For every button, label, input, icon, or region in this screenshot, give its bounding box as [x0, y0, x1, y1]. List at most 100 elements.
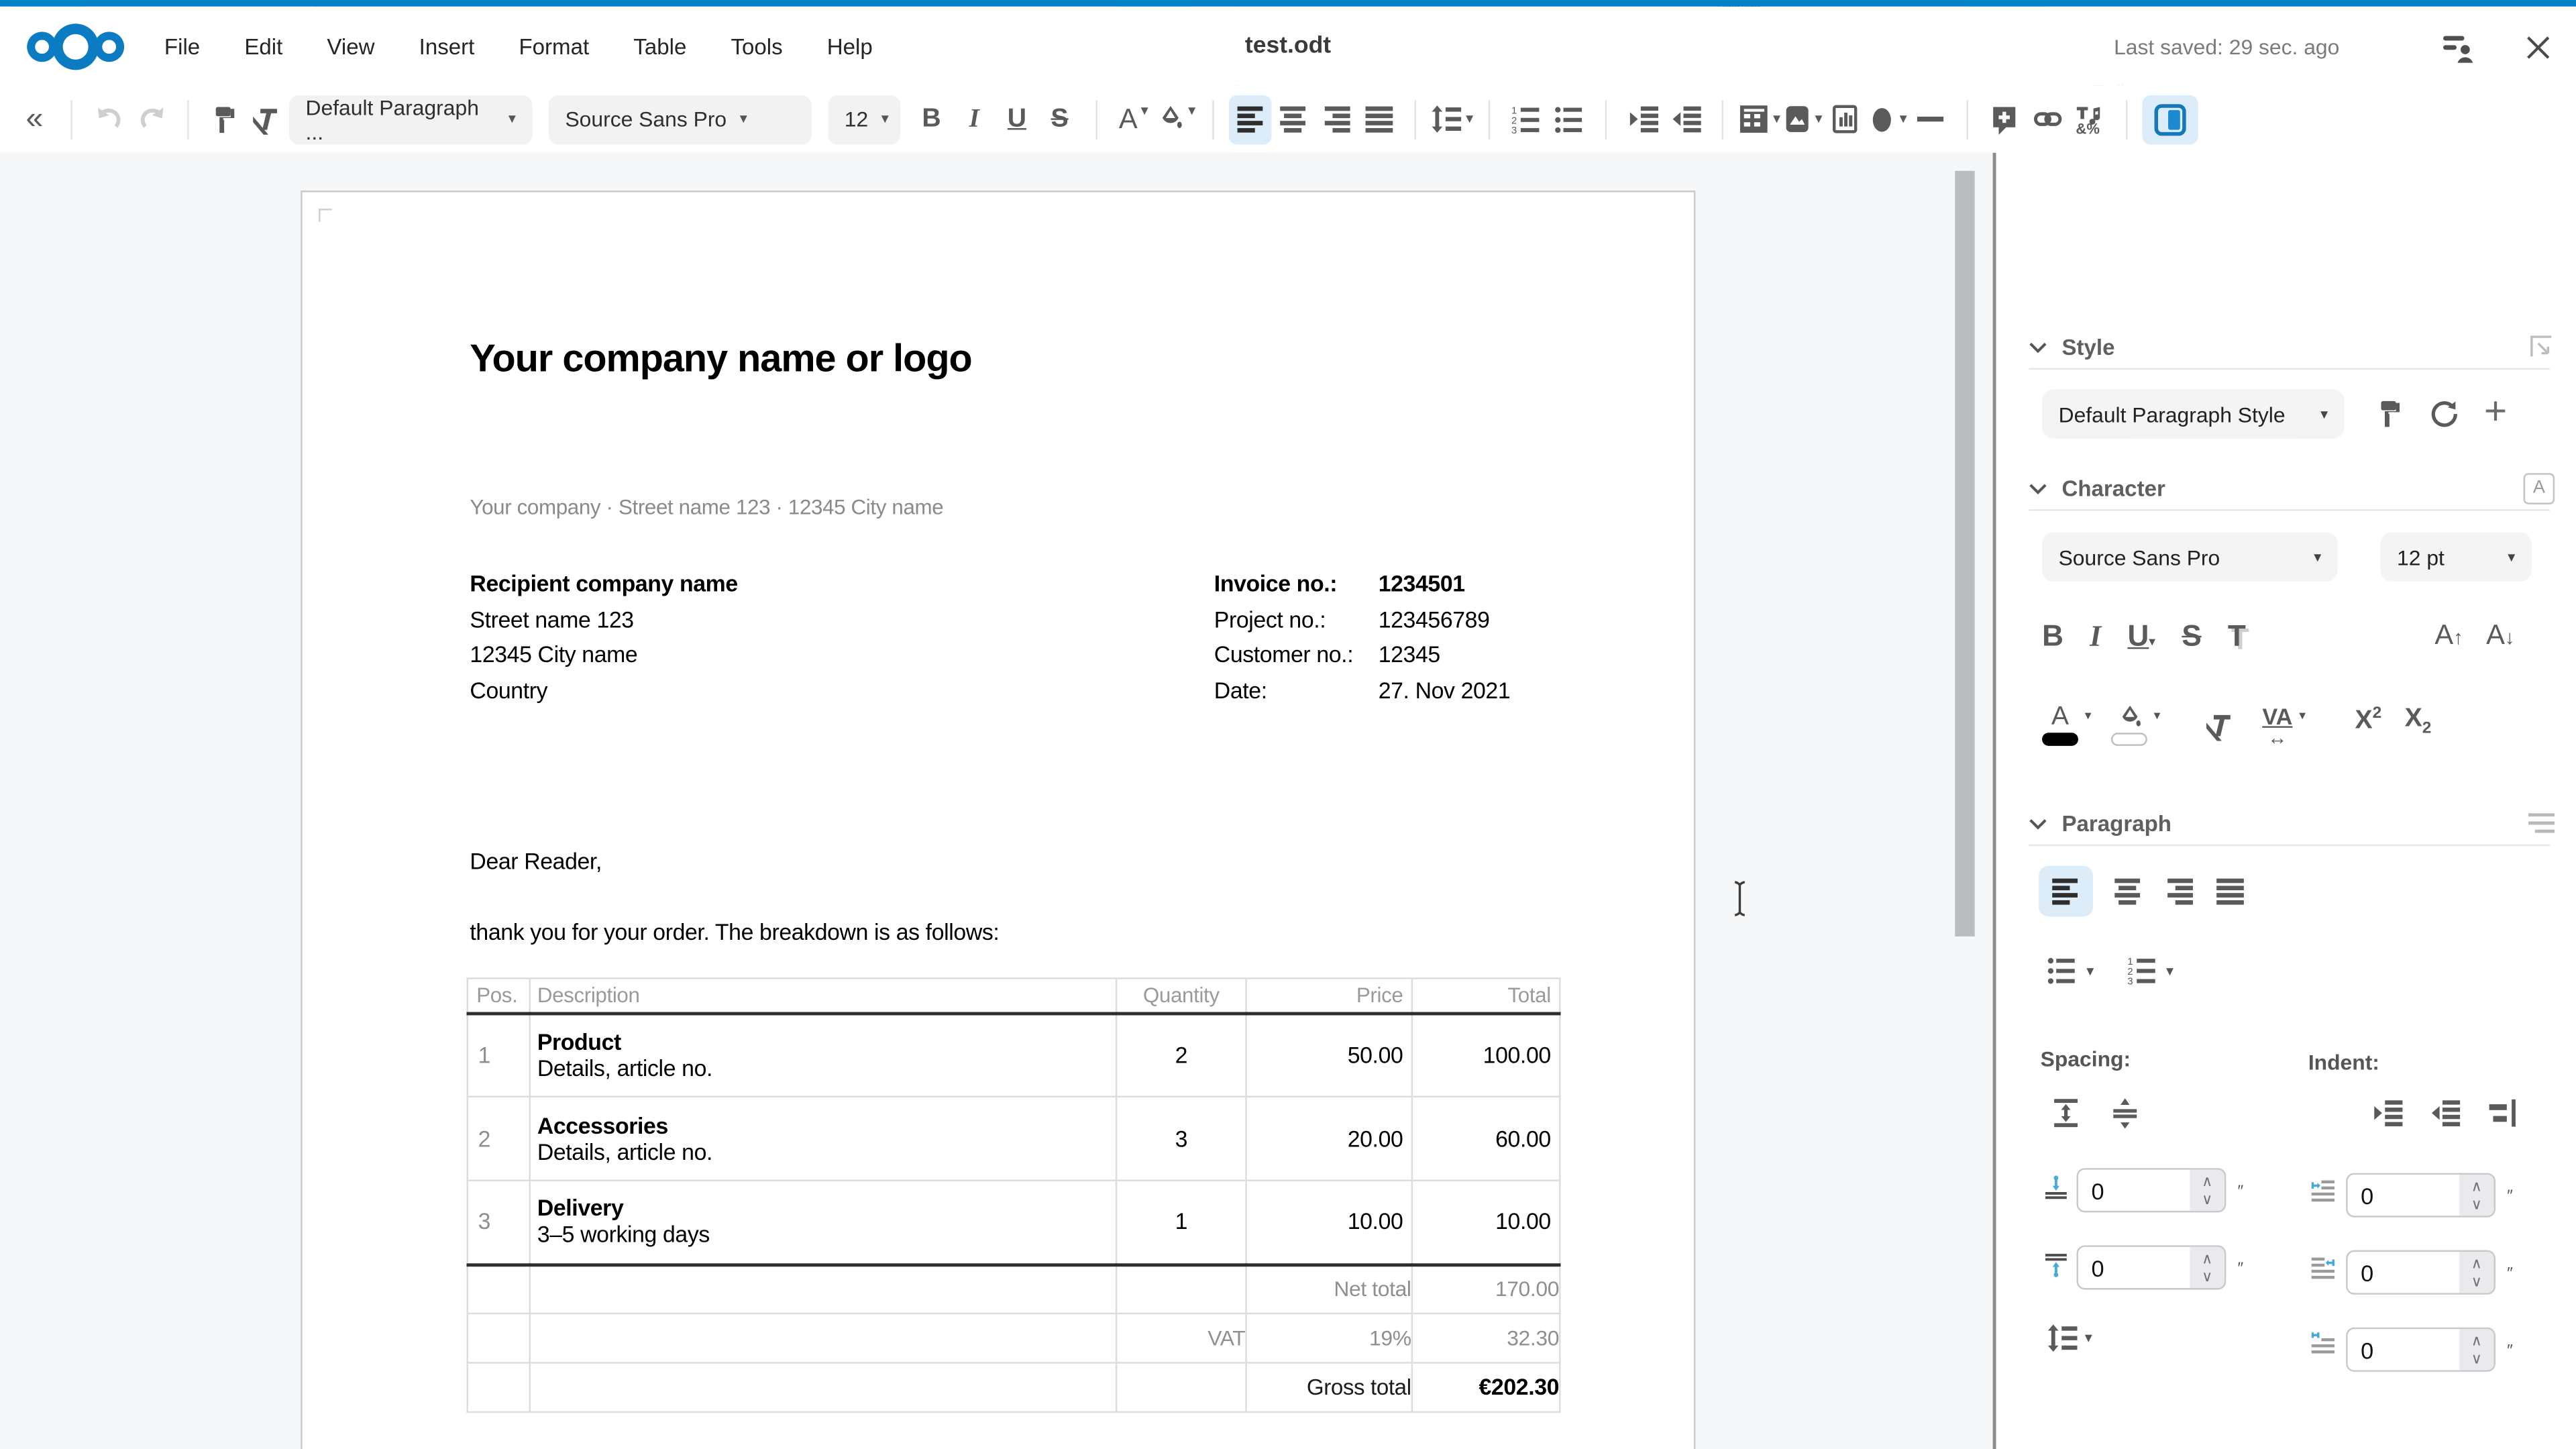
line-spacing-button[interactable]: ▾: [1431, 95, 1474, 144]
sidebar-highlight-color-button[interactable]: [2111, 705, 2147, 746]
sidebar-toggle-button[interactable]: [2142, 95, 2198, 144]
vertical-scrollbar[interactable]: [1951, 153, 1976, 1449]
new-style-icon[interactable]: +: [2484, 389, 2507, 435]
insert-shape-button[interactable]: ▾: [1866, 95, 1909, 144]
first-line-indent-input[interactable]: 0 ∧∨: [2346, 1328, 2496, 1372]
net-total-label: Net total: [1246, 1264, 1412, 1313]
menu-table[interactable]: Table: [633, 34, 686, 58]
update-style-icon[interactable]: [2375, 399, 2405, 429]
increase-spacing-icon[interactable]: [2050, 1097, 2082, 1129]
sidebar-align-justify-button[interactable]: [2214, 866, 2246, 917]
menu-file[interactable]: File: [164, 34, 200, 58]
insert-comment-button[interactable]: [1983, 95, 2026, 144]
special-character-button[interactable]: [2068, 95, 2111, 144]
insert-chart-button[interactable]: [1823, 95, 1866, 144]
superscript-button[interactable]: X2: [2355, 705, 2382, 737]
detach-panel-icon[interactable]: [2528, 333, 2555, 360]
stepper[interactable]: ∧∨: [2190, 1170, 2224, 1211]
highlight-color-button[interactable]: ▾: [1155, 95, 1198, 144]
subscript-button[interactable]: X2: [2405, 705, 2432, 738]
horizontal-line-button[interactable]: [1909, 95, 1952, 144]
grow-font-button[interactable]: A↑: [2434, 619, 2463, 652]
strikethrough-button[interactable]: S: [1038, 95, 1081, 144]
sidebar-bold-button[interactable]: B: [2042, 619, 2063, 653]
sidebar-numbered-list-icon[interactable]: [2127, 956, 2156, 985]
decrease-spacing-icon[interactable]: [2109, 1097, 2141, 1129]
ordered-list-button[interactable]: [1505, 95, 1548, 144]
paragraph-menu-icon[interactable]: [2528, 813, 2555, 833]
menu-view[interactable]: View: [327, 34, 374, 58]
divider: [2029, 845, 2549, 846]
character-dialog-icon[interactable]: A: [2524, 472, 2555, 504]
style-section-header[interactable]: Style: [2029, 330, 2555, 363]
document-page[interactable]: Your company name or logo Your company ·…: [301, 191, 1695, 1449]
character-section-header[interactable]: Character A: [2029, 472, 2555, 504]
sidebar-font-color-button[interactable]: A: [2042, 705, 2078, 746]
menu-edit[interactable]: Edit: [244, 34, 282, 58]
sidebar-decrease-indent-icon[interactable]: [2430, 1097, 2461, 1129]
sidebar-align-left-button[interactable]: [2039, 866, 2093, 917]
sidebar-font-name-dropdown[interactable]: Source Sans Pro▾: [2042, 532, 2338, 581]
character-spacing-button[interactable]: VA ↔: [2262, 705, 2292, 746]
close-icon[interactable]: [2524, 33, 2553, 62]
italic-button[interactable]: I: [953, 95, 996, 144]
paragraph-section-header[interactable]: Paragraph: [2029, 806, 2555, 839]
shrink-font-button[interactable]: A↓: [2486, 619, 2514, 652]
menu-insert[interactable]: Insert: [419, 34, 475, 58]
sidebar-clear-formatting-icon[interactable]: [2206, 711, 2236, 741]
stepper[interactable]: ∧∨: [2190, 1247, 2224, 1288]
collapse-toolbar-button[interactable]: «: [13, 95, 56, 144]
scrollbar-thumb[interactable]: [1955, 171, 1974, 936]
refresh-style-icon[interactable]: [2430, 399, 2459, 429]
clone-formatting-icon[interactable]: [204, 95, 247, 144]
sidebar-strikethrough-button[interactable]: S: [2182, 619, 2201, 653]
insert-image-button[interactable]: ▾: [1781, 95, 1824, 144]
paragraph-style-dropdown[interactable]: Default Paragraph ...▾: [289, 95, 532, 144]
font-name-dropdown[interactable]: Source Sans Pro▾: [549, 95, 812, 144]
recipient-name: Recipient company name: [470, 567, 737, 602]
menu-help[interactable]: Help: [827, 34, 873, 58]
decrease-indent-button[interactable]: [1664, 95, 1707, 144]
sender-address-line: Your company · Street name 123 · 12345 C…: [470, 494, 943, 519]
sidebar-bullet-list-icon[interactable]: [2047, 956, 2076, 985]
hanging-indent-icon[interactable]: [2487, 1097, 2519, 1129]
unordered-list-button[interactable]: [1548, 95, 1591, 144]
bold-button[interactable]: B: [910, 95, 953, 144]
list-row: ▾ ▾: [2047, 956, 2174, 985]
stepper[interactable]: ∧∨: [2459, 1329, 2493, 1370]
spacing-below-input[interactable]: 0 ∧∨: [2077, 1245, 2226, 1289]
sidebar-underline-button[interactable]: U▾: [2127, 619, 2155, 653]
sidebar-italic-button[interactable]: I: [2090, 619, 2101, 653]
font-size-dropdown[interactable]: 12▾: [828, 95, 900, 144]
user-list-icon[interactable]: [2441, 33, 2475, 64]
clear-formatting-icon[interactable]: [246, 95, 289, 144]
indent-before-input[interactable]: 0 ∧∨: [2346, 1173, 2496, 1218]
sidebar-style-dropdown[interactable]: Default Paragraph Style▾: [2042, 389, 2345, 438]
insert-link-button[interactable]: [2026, 95, 2069, 144]
col-price: Price: [1246, 978, 1412, 1012]
align-justify-button[interactable]: [1357, 95, 1400, 144]
stepper[interactable]: ∧∨: [2459, 1252, 2493, 1293]
invoice-table[interactable]: Pos. Description Quantity Price Total 1 …: [467, 977, 1561, 1413]
sidebar-font-size-dropdown[interactable]: 12 pt▾: [2381, 532, 2532, 581]
sidebar-align-right-button[interactable]: [2163, 866, 2195, 917]
menu-tools[interactable]: Tools: [731, 34, 782, 58]
stepper[interactable]: ∧∨: [2459, 1175, 2493, 1216]
increase-indent-button[interactable]: [1621, 95, 1664, 144]
sidebar-line-spacing-button[interactable]: ▾: [2047, 1322, 2092, 1354]
align-center-button[interactable]: [1272, 95, 1315, 144]
insert-table-button[interactable]: ▾: [1738, 95, 1781, 144]
font-color-button[interactable]: A▾: [1112, 95, 1155, 144]
indent-label: Indent:: [2308, 1050, 2379, 1075]
undo-button[interactable]: [87, 95, 130, 144]
shadow-button[interactable]: T: [2228, 619, 2246, 653]
align-left-button[interactable]: [1229, 95, 1272, 144]
menu-format[interactable]: Format: [519, 34, 589, 58]
align-right-button[interactable]: [1314, 95, 1357, 144]
sidebar-align-center-button[interactable]: [2112, 866, 2144, 917]
spacing-above-input[interactable]: 0 ∧∨: [2077, 1168, 2226, 1212]
underline-button[interactable]: U: [996, 95, 1038, 144]
indent-after-input[interactable]: 0 ∧∨: [2346, 1250, 2496, 1295]
redo-button[interactable]: [129, 95, 172, 144]
sidebar-increase-indent-icon[interactable]: [2372, 1097, 2404, 1129]
